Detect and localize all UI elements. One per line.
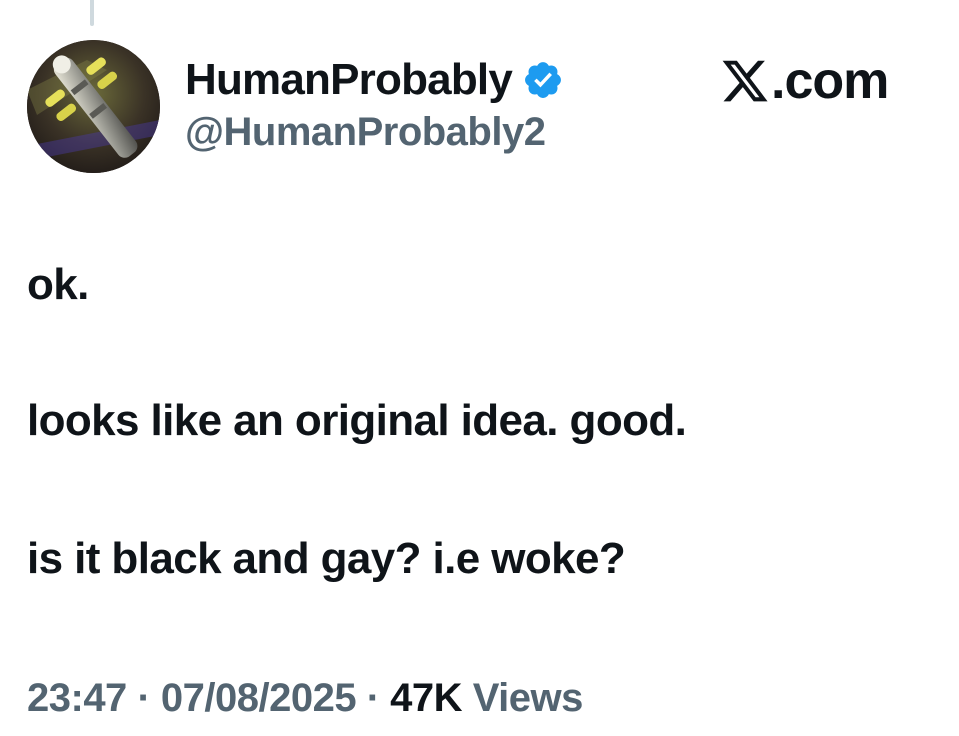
tweet-time[interactable]: 23:47 <box>27 676 127 720</box>
author-handle[interactable]: @HumanProbably2 <box>185 110 564 155</box>
thread-connector-line <box>90 0 94 26</box>
author-name-row: HumanProbably <box>185 54 564 106</box>
tweet-text-line-1: ok. <box>27 260 89 309</box>
tweet-text-line-2: looks like an original idea. good. <box>27 396 687 445</box>
author-display-name[interactable]: HumanProbably <box>185 55 513 105</box>
tweet-date[interactable]: 07/08/2025 <box>161 676 357 720</box>
avatar[interactable] <box>27 40 160 173</box>
meta-separator: · <box>137 676 151 720</box>
avatar-spacecraft-image <box>27 40 160 173</box>
brand-watermark: .com <box>720 52 889 110</box>
verified-badge-icon[interactable] <box>522 59 564 101</box>
brand-domain-text: .com <box>771 52 889 110</box>
tweet-text-line-3: is it black and gay? i.e woke? <box>27 534 626 583</box>
tweet-metadata: 23:47 · 07/08/2025 · 47K Views <box>27 672 583 724</box>
views-label: Views <box>472 676 584 720</box>
tweet-author: HumanProbably @HumanProbably2 <box>185 54 564 155</box>
x-logo-icon <box>720 56 770 106</box>
views-count[interactable]: 47K <box>390 676 462 720</box>
meta-separator: · <box>366 676 380 720</box>
